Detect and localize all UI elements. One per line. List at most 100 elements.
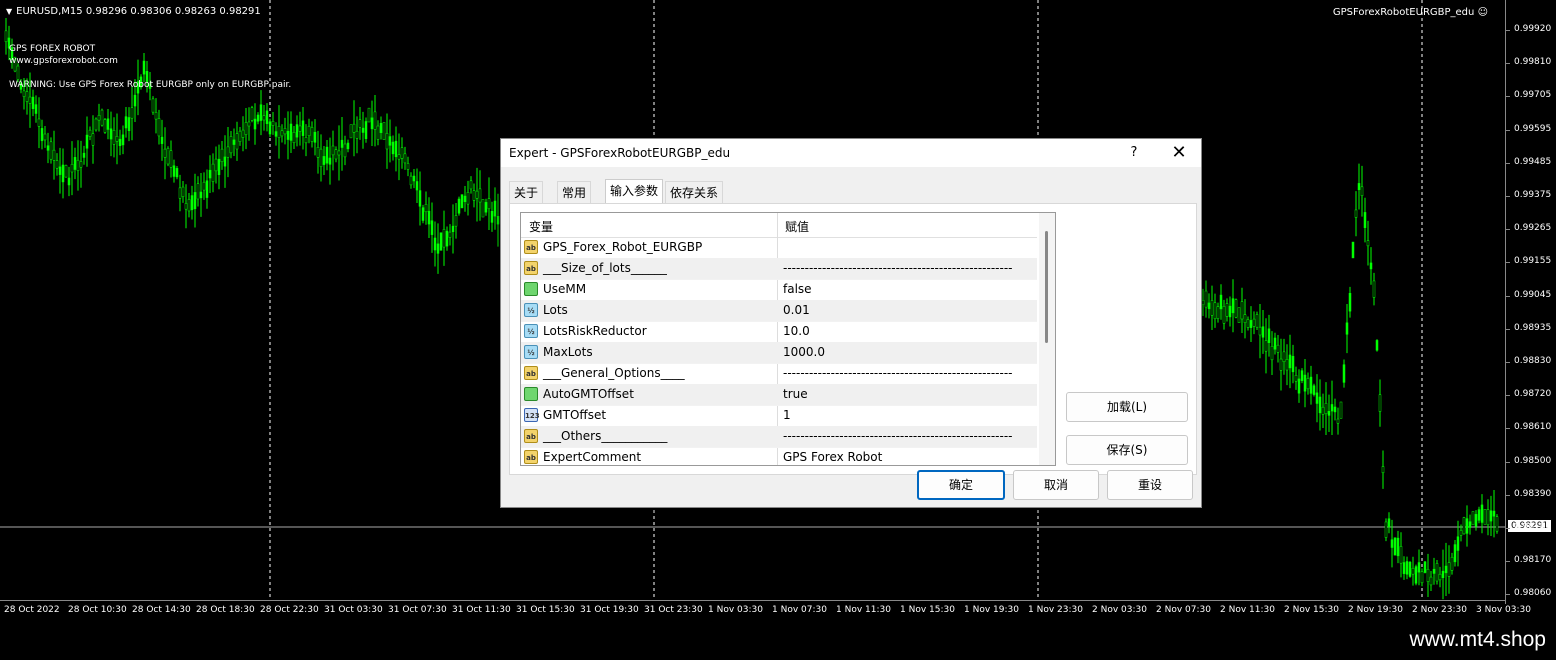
candle-body	[79, 161, 83, 168]
table-row[interactable]: ab GPS_Forex_Robot_EURGBP	[521, 237, 1037, 259]
close-button[interactable]: ✕	[1161, 139, 1197, 167]
candle-body	[40, 128, 44, 142]
table-row[interactable]: AutoGMTOffset true	[521, 384, 1037, 406]
scroll-thumb[interactable]	[1045, 231, 1048, 343]
price-tick: 0.99265	[1505, 223, 1552, 234]
time-tick: 28 Oct 10:30	[68, 605, 127, 615]
candle-body	[4, 30, 8, 42]
candle-body	[55, 160, 59, 169]
parameter-value[interactable]: true	[783, 387, 808, 401]
candle-body	[43, 133, 47, 141]
candle-body	[187, 199, 191, 212]
parameter-value[interactable]: GPS Forex Robot	[783, 450, 882, 464]
parameter-value[interactable]: 1000.0	[783, 345, 825, 359]
candle-body	[370, 117, 374, 130]
tab-about[interactable]: 关于	[509, 181, 544, 204]
candle-body	[1333, 406, 1337, 413]
candle-body	[466, 192, 470, 205]
parameter-name: GPS_Forex_Robot_EURGBP	[543, 240, 703, 254]
dialog-titlebar[interactable]: Expert - GPSForexRobotEURGBP_edu ? ✕	[501, 139, 1201, 167]
price-tick: 0.98935	[1505, 322, 1552, 333]
candle-body	[1213, 302, 1217, 320]
candle-body	[1210, 300, 1214, 316]
candle-body	[172, 165, 176, 177]
reset-button[interactable]: 重设	[1107, 470, 1193, 500]
expert-badge[interactable]: GPSForexRobotEURGBP_edu ☺	[1333, 7, 1488, 18]
dialog-title: Expert - GPSForexRobotEURGBP_edu	[509, 146, 731, 160]
parameter-name: ExpertComment	[543, 450, 642, 464]
candle-body	[181, 186, 185, 197]
help-button[interactable]: ?	[1119, 139, 1149, 167]
candle-body	[1306, 378, 1310, 390]
parameter-value[interactable]: 0.01	[783, 303, 810, 317]
candle-body	[1405, 561, 1409, 575]
table-row[interactable]: UseMM false	[521, 279, 1037, 301]
candle-body	[1396, 537, 1400, 557]
candle-body	[154, 112, 158, 120]
candle-body	[289, 123, 293, 141]
price-tick: 0.98390	[1505, 488, 1552, 499]
parameter-value[interactable]: 1	[783, 408, 791, 422]
candle-body	[397, 154, 401, 160]
cancel-button[interactable]: 取消	[1013, 470, 1099, 500]
candle-body	[1336, 418, 1340, 424]
symbol-menu-icon[interactable]: ▼	[6, 7, 12, 16]
table-row[interactable]: ab ___Size_of_lots______ -----------------…	[521, 258, 1037, 280]
column-header-variable[interactable]: 变量	[529, 218, 553, 235]
load-button[interactable]: 加载(L)	[1066, 392, 1188, 422]
string-icon: ab	[524, 450, 538, 464]
candle-body	[91, 133, 95, 146]
candle-body	[340, 139, 344, 148]
candle-body	[286, 130, 290, 140]
save-button[interactable]: 保存(S)	[1066, 435, 1188, 465]
candle-body	[373, 111, 377, 130]
candle-body	[1294, 375, 1298, 382]
candle-body	[1492, 510, 1496, 517]
candle-body	[1483, 509, 1487, 525]
candle-body	[1258, 326, 1262, 336]
candle-body	[46, 145, 50, 151]
table-scrollbar[interactable]	[1039, 213, 1055, 465]
tab-dependencies[interactable]: 依存关系	[665, 181, 724, 204]
candle-body	[94, 118, 98, 131]
table-row[interactable]: ½ Lots 0.01	[521, 300, 1037, 322]
candle-body	[1444, 565, 1448, 574]
table-row[interactable]: ab ___General_Options____ ----------------…	[521, 363, 1037, 385]
candle-body	[1285, 359, 1289, 371]
candle-body	[175, 168, 179, 178]
parameter-value[interactable]: ----------------------------------------…	[783, 429, 1013, 443]
parameter-value[interactable]: 10.0	[783, 324, 810, 338]
candle-body	[307, 125, 311, 137]
candle-body	[1228, 305, 1232, 318]
parameter-value[interactable]: ----------------------------------------…	[783, 366, 1013, 380]
candle-body	[157, 118, 161, 137]
table-row[interactable]: ab ___Others___________ ------------------…	[521, 426, 1037, 448]
candle-body	[130, 107, 134, 119]
time-tick: 31 Oct 15:30	[516, 605, 575, 615]
candle-body	[355, 130, 359, 139]
candle-body	[1360, 186, 1364, 196]
table-row[interactable]: ½ LotsRiskReductor 10.0	[521, 321, 1037, 343]
parameter-value[interactable]: false	[783, 282, 812, 296]
ok-button[interactable]: 确定	[917, 470, 1005, 500]
column-header-value[interactable]: 赋值	[785, 218, 809, 235]
double-icon: ½	[524, 345, 538, 359]
table-row[interactable]: ab ExpertComment GPS Forex Robot	[521, 447, 1037, 465]
candle-body	[1420, 571, 1424, 584]
symbol-info: ▼ EURUSD,M15 0.98296 0.98306 0.98263 0.98…	[6, 6, 261, 17]
table-row[interactable]: ½ MaxLots 1000.0	[521, 342, 1037, 364]
time-scale[interactable]: 28 Oct 2022 28 Oct 10:30 28 Oct 14:30 28 Oc…	[0, 600, 1531, 624]
candle-body	[292, 131, 296, 144]
time-tick: 2 Nov 23:30	[1412, 605, 1467, 615]
table-row[interactable]: 123 GMTOffset 1	[521, 405, 1037, 427]
candle-body	[1318, 396, 1322, 414]
tab-common[interactable]: 常用	[557, 181, 592, 204]
tab-inputs[interactable]: 输入参数	[605, 179, 664, 204]
parameter-name: AutoGMTOffset	[543, 387, 634, 401]
parameters-table[interactable]: 变量 赋值 ab GPS_Forex_Robot_EURGBP ab ___Size_…	[520, 212, 1056, 466]
price-scale[interactable]: 0.98291 0.99920 0.99810 0.99705 0.99595 0.99…	[1505, 0, 1556, 604]
parameter-value[interactable]: ----------------------------------------…	[783, 261, 1013, 275]
candle-body	[241, 129, 245, 138]
candle-body	[1402, 562, 1406, 574]
candle-body	[1204, 290, 1208, 308]
